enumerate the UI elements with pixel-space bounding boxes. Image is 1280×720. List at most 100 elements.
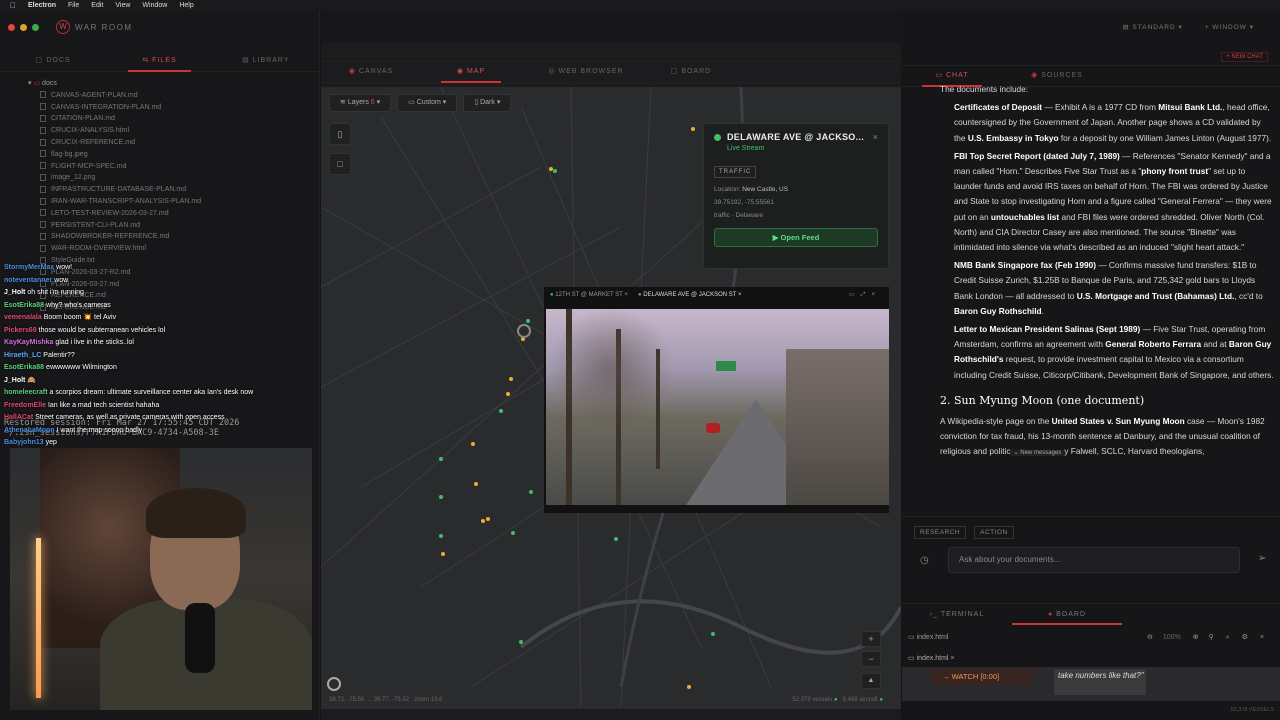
- map-select-button[interactable]: □: [329, 153, 351, 175]
- compass-icon[interactable]: ▲: [861, 673, 881, 689]
- map-marker[interactable]: [471, 442, 475, 446]
- board-actions[interactable]: ⚲⌕⚙×: [1209, 633, 1280, 642]
- video-window-controls[interactable]: ▭⤢×: [849, 291, 881, 299]
- add-window-button[interactable]: + WINDOW ▾: [1205, 23, 1254, 31]
- layers-button[interactable]: ≋ Layers 6 ▾: [329, 94, 392, 112]
- send-icon[interactable]: ➢: [1258, 553, 1266, 564]
- map-marker[interactable]: [474, 482, 478, 486]
- map-marker[interactable]: [441, 552, 445, 556]
- file-item[interactable]: CANVAS-INTEGRATION-PLAN.md: [28, 102, 319, 114]
- board-canvas[interactable]: → WATCH [0:00] take numbers like that?": [902, 667, 1280, 701]
- watch-link[interactable]: → WATCH [0:00]: [932, 669, 1032, 685]
- map-marker[interactable]: [687, 685, 691, 689]
- zoom-out-button[interactable]: −: [861, 651, 881, 667]
- maximize-window-button[interactable]: [32, 23, 39, 31]
- theme-select[interactable]: ▯ Dark ▾: [463, 94, 512, 112]
- chat-username[interactable]: Hiraeth_LC: [4, 352, 41, 359]
- file-item[interactable]: IRAN-WAR-TRANSCRIPT-ANALYSIS-PLAN.md: [28, 196, 319, 208]
- zoom-controls[interactable]: ⊖100% ⊕: [1147, 633, 1209, 641]
- map-marker[interactable]: [519, 640, 523, 644]
- new-chat-button[interactable]: + NEW CHAT: [1221, 52, 1268, 62]
- chat-username[interactable]: J_Holt: [4, 377, 25, 384]
- map-marker[interactable]: [511, 531, 515, 535]
- chat-username[interactable]: noteventanner: [4, 277, 52, 284]
- map-marker[interactable]: [439, 457, 443, 461]
- chat-username[interactable]: AthenaLaMoon: [4, 427, 55, 434]
- menu-edit[interactable]: Edit: [85, 0, 109, 11]
- apple-icon[interactable]: : [0, 0, 22, 11]
- new-messages-pill[interactable]: ⌄ New messages: [1010, 450, 1065, 457]
- file-item[interactable]: flag-bg.jpeg: [28, 149, 319, 161]
- video-tab-1[interactable]: ● 12TH ST @ MARKET ST ×: [550, 292, 628, 298]
- map-marker[interactable]: [691, 127, 695, 131]
- file-item[interactable]: image_12.png: [28, 172, 319, 184]
- close-icon[interactable]: ×: [873, 132, 878, 142]
- tab-map[interactable]: ◉ MAP: [421, 61, 521, 83]
- tab-files[interactable]: ⇆ FILES: [106, 50, 212, 72]
- menu-view[interactable]: View: [109, 0, 136, 11]
- tab-terminal[interactable]: ›_ TERMINAL: [902, 604, 1012, 625]
- file-icon: [40, 162, 46, 170]
- map-marker[interactable]: [614, 537, 618, 541]
- map-marker[interactable]: [439, 534, 443, 538]
- chat-username[interactable]: Pickers69: [4, 327, 37, 334]
- map-marker[interactable]: [526, 319, 530, 323]
- map-marker[interactable]: [711, 632, 715, 636]
- tab-board-bottom[interactable]: ● BOARD: [1012, 604, 1122, 625]
- chat-username[interactable]: Babyjohn13: [4, 439, 44, 446]
- chat-username[interactable]: StormyMerMax: [4, 264, 54, 271]
- map-marker[interactable]: [439, 495, 443, 499]
- map-marker[interactable]: [486, 517, 490, 521]
- menu-window[interactable]: Window: [136, 0, 173, 11]
- file-tab[interactable]: ▭ index.html ×: [908, 654, 955, 662]
- custom-view-select[interactable]: ▭ Custom ▾: [397, 94, 458, 112]
- tab-web-browser[interactable]: ◎ WEB BROWSER: [521, 61, 651, 83]
- file-item[interactable]: LETO-TEST-REVIEW-2026-03-27.md: [28, 208, 319, 220]
- map-marker[interactable]: [529, 490, 533, 494]
- chat-username[interactable]: FreedomElle: [4, 402, 46, 409]
- map-marker[interactable]: [499, 409, 503, 413]
- minimize-window-button[interactable]: [20, 23, 27, 31]
- item-certificates: Certificates of Deposit — Exhibit A is a…: [954, 102, 1272, 143]
- selected-marker[interactable]: [517, 324, 531, 338]
- tab-library[interactable]: ▤ LIBRARY: [213, 50, 319, 72]
- menu-help[interactable]: Help: [173, 0, 199, 11]
- map-marker[interactable]: [506, 392, 510, 396]
- menu-file[interactable]: File: [62, 0, 85, 11]
- chat-username[interactable]: homeleecraft: [4, 389, 48, 396]
- map-book-button[interactable]: ▯: [329, 123, 351, 145]
- file-item[interactable]: SHADOWBROKER-REFERENCE.md: [28, 231, 319, 243]
- locate-icon[interactable]: [327, 677, 341, 691]
- open-feed-button[interactable]: ▶ Open Feed: [714, 228, 878, 247]
- chat-username[interactable]: vemenalala: [4, 314, 42, 321]
- history-icon[interactable]: ◷: [920, 555, 929, 566]
- file-item[interactable]: CITATION-PLAN.md: [28, 113, 319, 125]
- chat-username[interactable]: EsotErika88: [4, 302, 44, 309]
- research-chip[interactable]: RESEARCH: [914, 526, 967, 539]
- action-chip[interactable]: ACTION: [974, 526, 1014, 539]
- close-window-button[interactable]: [8, 23, 15, 31]
- tab-board[interactable]: ▢ BOARD: [651, 61, 731, 83]
- chat-input[interactable]: Ask about your documents...: [948, 547, 1240, 573]
- file-item[interactable]: CRUCIX-REFERENCE.md: [28, 137, 319, 149]
- menu-electron[interactable]: Electron: [22, 0, 62, 11]
- chat-username[interactable]: HallACat: [4, 414, 33, 421]
- file-item[interactable]: FLIGHT-MCP-SPEC.md: [28, 161, 319, 173]
- file-item[interactable]: CRUCIX-ANALYSIS.html: [28, 125, 319, 137]
- tab-canvas[interactable]: ◉ CANVAS: [321, 61, 421, 83]
- file-item[interactable]: CANVAS-AGENT-PLAN.md: [28, 90, 319, 102]
- zoom-in-button[interactable]: +: [861, 631, 881, 647]
- map-marker[interactable]: [481, 519, 485, 523]
- file-item[interactable]: WAR-ROOM-OVERVIEW.html: [28, 243, 319, 255]
- layout-select[interactable]: ▤ STANDARD ▾: [1122, 23, 1182, 31]
- chat-username[interactable]: EsotErika88: [4, 364, 44, 371]
- folder-docs[interactable]: ▾ ▭ docs: [28, 78, 319, 90]
- file-item[interactable]: INFRASTRUCTURE-DATABASE-PLAN.md: [28, 184, 319, 196]
- map-marker[interactable]: [509, 377, 513, 381]
- file-item[interactable]: PERSISTENT-CLI-PLAN.md: [28, 220, 319, 232]
- chat-username[interactable]: J_Holt: [4, 289, 25, 296]
- tab-docs[interactable]: ▢ DOCS: [0, 50, 106, 72]
- map-marker[interactable]: [553, 169, 557, 173]
- chat-username[interactable]: KayKayMishka: [4, 339, 53, 346]
- video-tab-2[interactable]: ● DELAWARE AVE @ JACKSON ST ×: [638, 292, 742, 298]
